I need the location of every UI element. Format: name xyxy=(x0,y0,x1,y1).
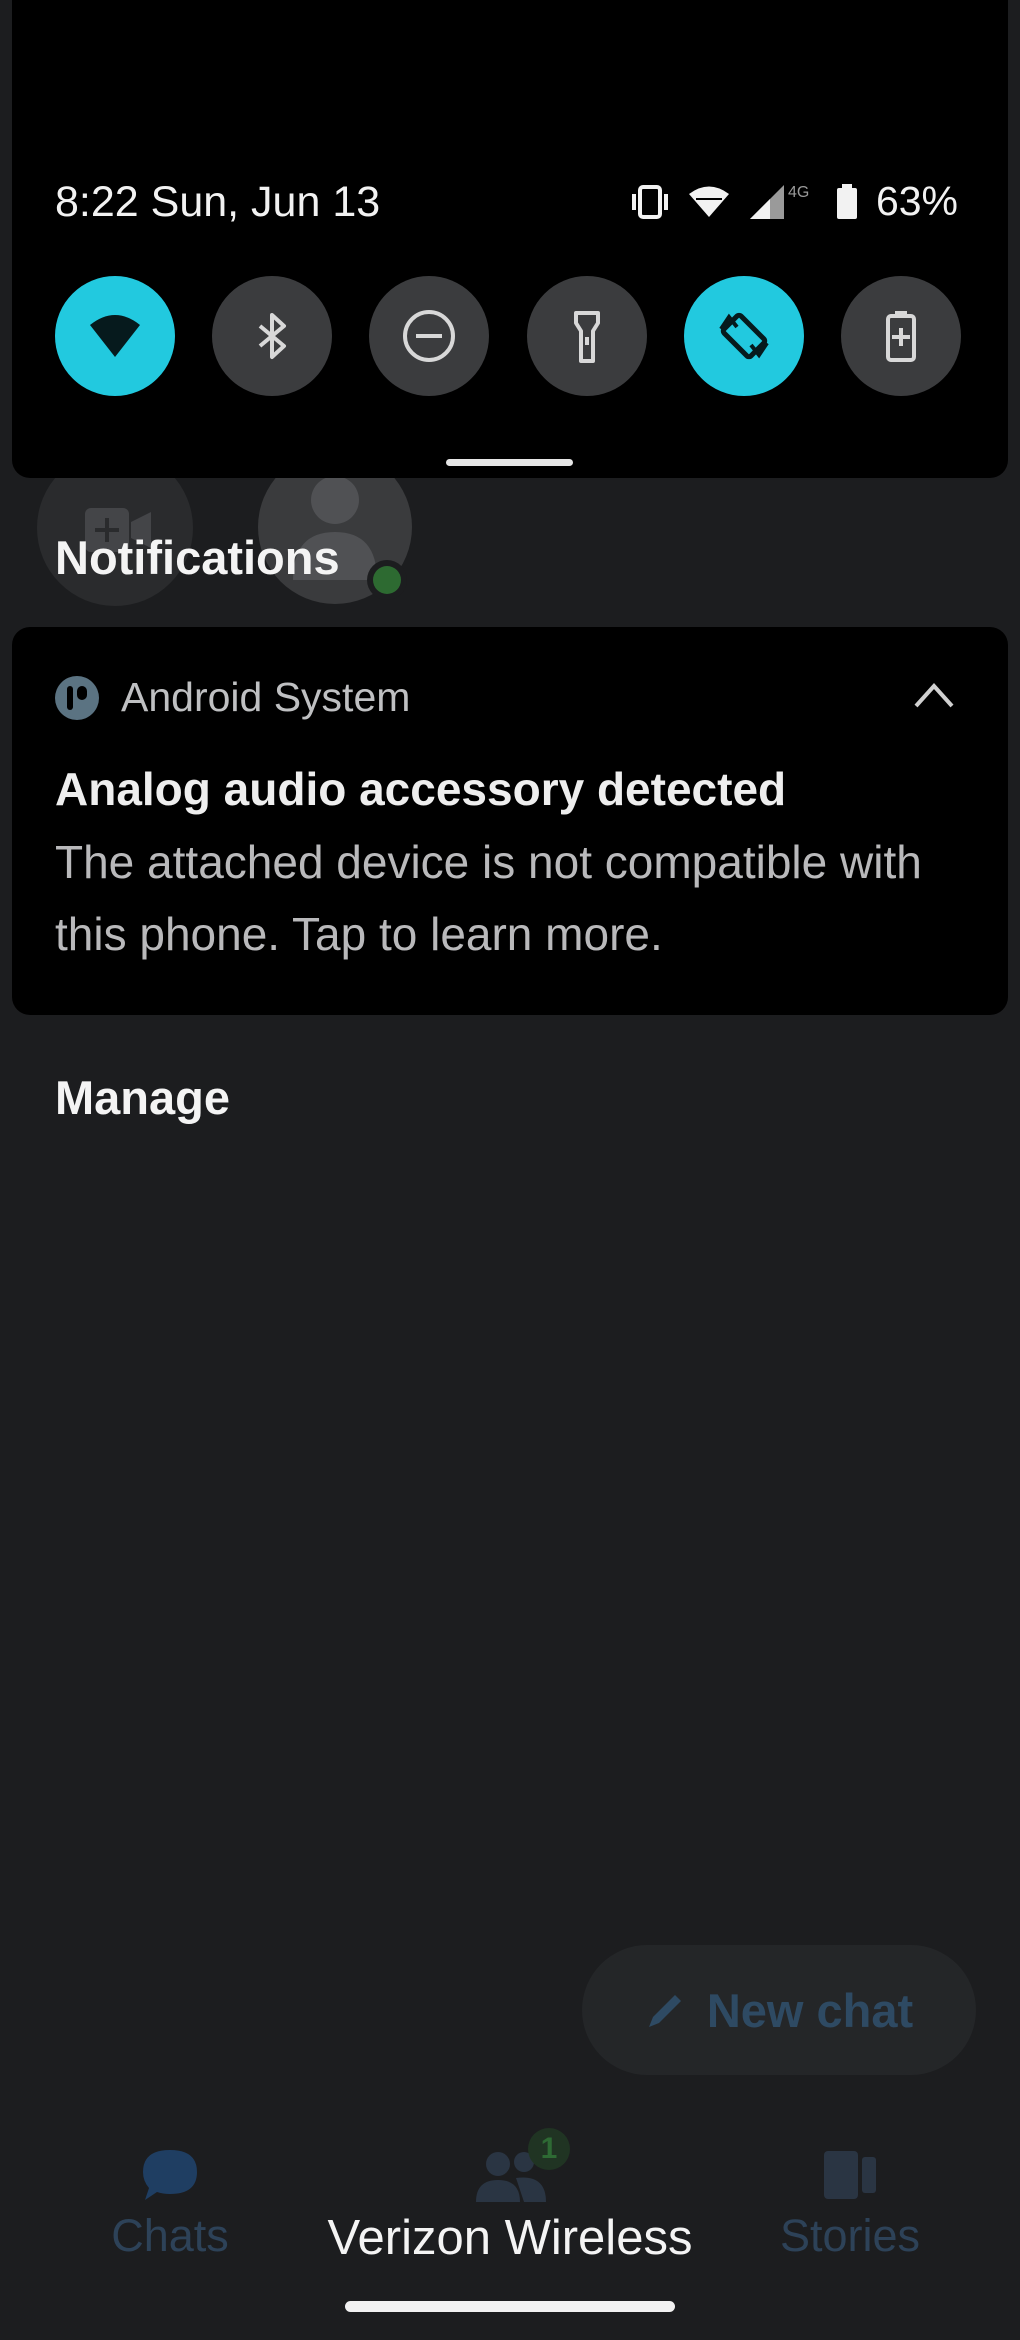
do-not-disturb-toggle[interactable] xyxy=(369,276,490,396)
new-chat-label: New chat xyxy=(706,1983,914,2037)
auto-rotate-toggle[interactable] xyxy=(683,276,804,396)
battery-percent: 63% xyxy=(875,178,958,224)
chevron-up-icon[interactable] xyxy=(910,678,958,712)
chat-bubble-icon xyxy=(143,2150,197,2200)
vibrate-icon xyxy=(631,184,668,219)
stories-icon xyxy=(824,2151,876,2199)
manage-notifications-button[interactable]: Manage xyxy=(55,1070,230,1125)
people-badge: 1 xyxy=(528,2128,570,2170)
notifications-header: Notifications xyxy=(55,531,340,584)
bluetooth-icon xyxy=(258,313,287,359)
battery-icon xyxy=(836,183,857,219)
status-icons: 4G 63% xyxy=(630,178,958,225)
flashlight-toggle[interactable] xyxy=(526,276,647,396)
status-time-date: 8:22 Sun, Jun 13 xyxy=(55,178,381,226)
flashlight-icon xyxy=(573,311,600,363)
notification-title: Analog audio accessory detected xyxy=(55,763,787,815)
battery-plus-icon xyxy=(885,311,916,362)
pencil-icon xyxy=(648,1995,681,2027)
bluetooth-toggle[interactable] xyxy=(212,276,333,396)
battery-saver-toggle[interactable] xyxy=(840,276,961,396)
carrier-label: Verizon Wireless xyxy=(327,2211,693,2265)
svg-text:4G: 4G xyxy=(788,184,809,201)
notification-app-name: Android System xyxy=(121,674,411,720)
notification-body: The attached device is not compatible wi… xyxy=(55,836,922,960)
new-chat-button: New chat xyxy=(582,1945,976,2075)
wifi-icon xyxy=(90,315,140,357)
wifi-toggle[interactable] xyxy=(55,276,175,396)
rotate-icon xyxy=(719,312,769,360)
nav-people xyxy=(390,2140,630,2210)
online-indicator xyxy=(367,560,407,600)
wifi-icon xyxy=(688,186,729,217)
home-indicator[interactable] xyxy=(345,2301,675,2312)
signal-icon: 4G xyxy=(749,184,809,219)
quick-settings-row xyxy=(55,276,961,396)
quick-settings-panel xyxy=(12,0,1008,478)
android-system-icon xyxy=(55,676,99,720)
minus-circle-icon xyxy=(403,310,456,362)
panel-drag-handle[interactable] xyxy=(446,459,573,466)
